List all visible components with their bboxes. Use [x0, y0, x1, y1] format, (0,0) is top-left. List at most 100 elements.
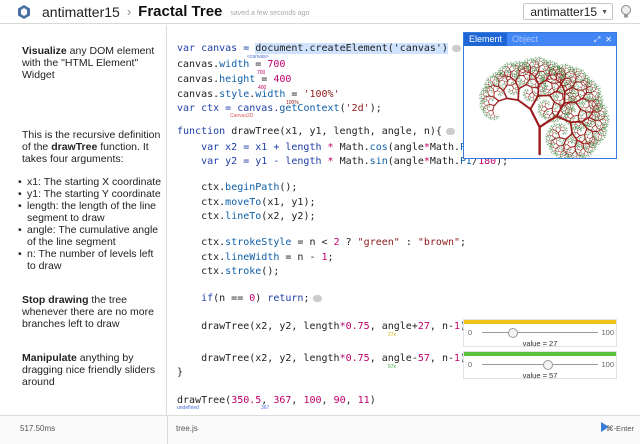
expand-icon[interactable]: ⤢ [594, 35, 600, 45]
tree-branch [541, 79, 543, 81]
tree-branch [586, 75, 589, 77]
tree-branch [545, 116, 547, 119]
code-token: (angle [387, 156, 424, 167]
code-token: ; [303, 293, 310, 304]
tree-branch [512, 93, 514, 96]
tree-branch [581, 81, 584, 83]
tree-branch [601, 96, 603, 98]
tree-branch [518, 80, 521, 82]
tree-branch [573, 104, 576, 106]
slider-knob[interactable] [508, 328, 519, 338]
comment-bubble-icon[interactable] [313, 295, 323, 302]
code-token: "brown" [417, 237, 461, 248]
code-line-16[interactable]: ctx.lineWidth = n - 1; [177, 252, 334, 263]
code-line-12[interactable]: ctx.moveTo(x1, y1); [177, 197, 315, 208]
tree-branch [495, 72, 497, 74]
tree-branch [592, 89, 594, 92]
tree-branch [496, 81, 498, 83]
owner-link[interactable]: antimatter15 [42, 4, 120, 20]
tree-branch [511, 92, 513, 94]
tree-branch [572, 119, 574, 122]
tree-branch [595, 113, 597, 115]
slider-track[interactable] [482, 364, 598, 365]
tree-branch [601, 137, 603, 140]
tree-branch [604, 131, 606, 133]
code-line-13[interactable]: ctx.lineTo(x2, y2); [177, 211, 315, 222]
tree-branch [506, 67, 508, 69]
comment-bubble-icon[interactable] [451, 45, 461, 52]
tree-branch [501, 79, 505, 82]
slider-widget-57[interactable]: 0 100 value = 57 [463, 351, 617, 380]
file-name[interactable]: tree.js [176, 424, 198, 433]
code-line-17[interactable]: ctx.stroke(); [177, 266, 279, 277]
code-line-7[interactable]: function drawTree(x1, y1, length, angle,… [177, 126, 455, 137]
tree-branch [596, 100, 599, 102]
tree-branch [596, 113, 598, 116]
annotation-undefined: undefined [177, 405, 199, 411]
slider-track[interactable] [482, 332, 598, 333]
tree-branch [502, 84, 508, 92]
tree-branch [606, 130, 608, 132]
code-line-15[interactable]: ctx.strokeStyle = n < 2 ? "green" : "bro… [177, 237, 466, 248]
tree-branch [547, 68, 550, 71]
code-line-1[interactable]: var canvas = document.createElement('can… [177, 43, 461, 54]
tree-branch [573, 79, 576, 82]
tree-branch [522, 63, 525, 65]
tree-branch [507, 69, 510, 71]
tree-branch [494, 83, 497, 85]
tree-branch [581, 152, 583, 155]
tree-branch [529, 96, 532, 99]
tree-branch [515, 61, 517, 63]
code-line-11[interactable]: ctx.beginPath(); [177, 182, 297, 193]
code-line-19[interactable]: if(n == 0) return; [177, 293, 323, 304]
code-line-26[interactable]: drawTree(350.5, 367, 100, 90, 11) [177, 395, 376, 406]
slider-widget-27[interactable]: 0 100 value = 27 [463, 319, 617, 348]
tree-branch [528, 100, 530, 102]
tree-branch [552, 144, 555, 146]
tree-branch [583, 126, 585, 128]
code-line-8[interactable]: var x2 = x1 + length * Math.cos(angle*Ma… [177, 142, 508, 153]
tab-object[interactable]: Object [507, 33, 543, 46]
code-token: drawTree(x2, y2, length [177, 321, 340, 332]
tab-element[interactable]: Element [464, 33, 508, 46]
tree-branch [603, 113, 605, 116]
code-line-9[interactable]: var y2 = y1 - length * Math.sin(angle*Ma… [177, 156, 508, 167]
tree-branch [549, 131, 551, 134]
tree-branch [514, 75, 516, 77]
execution-time: 517.50ms [20, 424, 56, 433]
tree-branch [555, 119, 558, 121]
code-token: canvas. [177, 89, 220, 100]
slider-knob[interactable] [543, 360, 554, 370]
code-line-5[interactable]: var ctx = canvas.getContext('2d'); [177, 103, 382, 114]
tree-branch [483, 96, 485, 98]
tree-branch [531, 76, 533, 78]
tree-branch [509, 66, 512, 70]
code-line-2[interactable]: canvas.width = 700 [177, 59, 285, 70]
tree-branch [572, 140, 575, 142]
user-menu-button[interactable]: antimatter15 ▼ [523, 3, 613, 20]
tree-branch [564, 112, 567, 114]
tree-branch [555, 66, 557, 68]
code-line-4[interactable]: canvas.style.width = '100%' [177, 89, 340, 100]
tree-branch [591, 99, 593, 101]
tree-branch [592, 135, 596, 140]
code-line-21[interactable]: drawTree(x2, y2, length*0.75, angle+27, … [177, 321, 472, 332]
code-line-24[interactable]: } [177, 367, 183, 378]
tree-branch [584, 122, 586, 124]
tree-branch [551, 144, 554, 146]
tree-branch [584, 121, 586, 123]
page-title[interactable]: Fractal Tree [138, 3, 222, 20]
code-line-3[interactable]: canvas.height = 400 [177, 74, 291, 85]
tree-branch [544, 106, 548, 110]
close-icon[interactable]: ✕ [605, 35, 612, 45]
tree-branch [566, 153, 568, 156]
code-line-23[interactable]: drawTree(x2, y2, length*0.75, angle-57, … [177, 353, 472, 364]
tree-branch [595, 124, 598, 129]
app-logo-icon[interactable] [14, 2, 34, 22]
tree-branch [574, 94, 576, 97]
tree-branch [483, 92, 486, 94]
tree-branch [583, 103, 585, 106]
tree-branch [485, 92, 487, 94]
comment-bubble-icon[interactable] [445, 128, 455, 135]
lightbulb-icon[interactable] [620, 4, 632, 20]
